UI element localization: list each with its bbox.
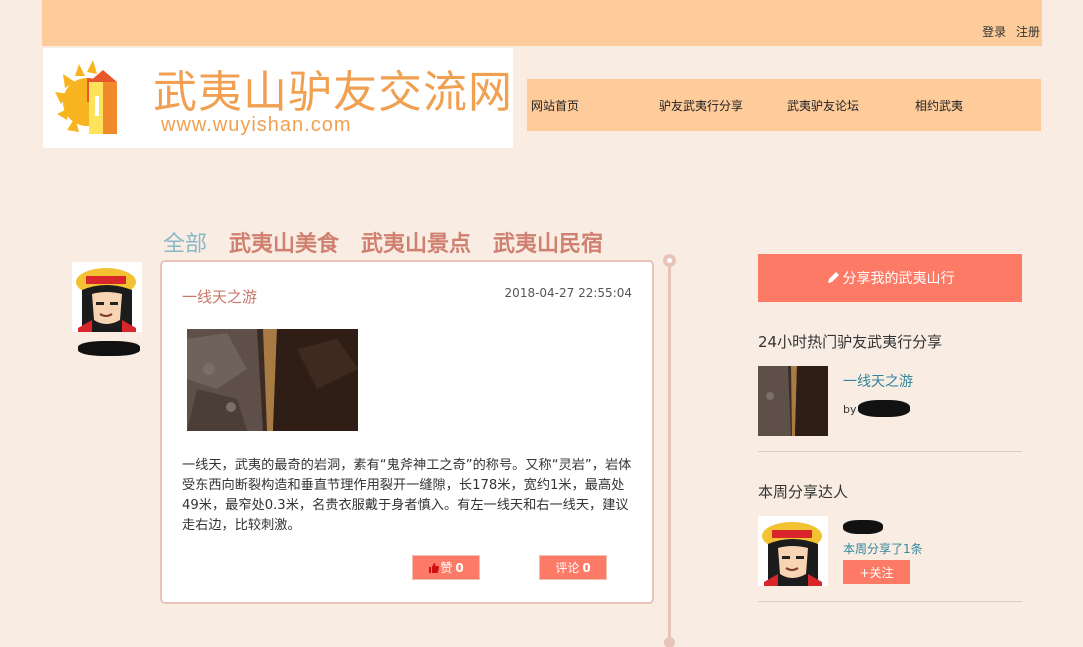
category-tabs: 全部 武夷山美食 武夷山景点 武夷山民宿 [163, 226, 625, 258]
pencil-icon [827, 272, 839, 283]
share-trip-button[interactable]: 分享我的武夷山行 [758, 254, 1022, 302]
top-bar: 登录 注册 [42, 0, 1042, 46]
post-card: 一线天之游 2018-04-27 22:55:04 一线天，武夷的最奇的岩洞，素… [160, 260, 654, 604]
sidebar-divider [758, 601, 1022, 602]
timeline-dot-icon [663, 254, 676, 267]
hot-shares-heading: 24小时热门驴友武夷行分享 [758, 333, 943, 351]
tab-homestay[interactable]: 武夷山民宿 [493, 226, 603, 258]
straw-hat-avatar-icon [758, 516, 828, 586]
rock-crevice-photo-icon [187, 329, 358, 431]
like-button[interactable]: 赞 0 [412, 555, 480, 580]
thumbs-up-icon [429, 562, 440, 573]
logo-url: www.wuyishan.com [161, 114, 352, 136]
weekly-star-heading: 本周分享达人 [758, 483, 849, 501]
hot-item-author-redacted [858, 400, 910, 417]
tab-food[interactable]: 武夷山美食 [229, 226, 339, 258]
tab-attractions[interactable]: 武夷山景点 [361, 226, 471, 258]
author-name-redacted [78, 341, 140, 356]
star-user-avatar[interactable] [758, 516, 828, 586]
comment-count: 0 [582, 560, 591, 575]
post-photo[interactable] [187, 329, 358, 431]
hot-item-title[interactable]: 一线天之游 [843, 371, 913, 391]
hot-item-author: by [843, 403, 857, 416]
post-timestamp: 2018-04-27 22:55:04 [504, 286, 632, 300]
comment-label: 评论 [555, 561, 580, 575]
post-body: 一线天，武夷的最奇的岩洞，素有“鬼斧神工之奇”的称号。又称“灵岩”，岩体受东西向… [182, 458, 632, 533]
share-trip-label: 分享我的武夷山行 [842, 271, 955, 287]
hot-item-thumbnail[interactable] [758, 366, 828, 436]
nav-item-share[interactable]: 驴友武夷行分享 [655, 97, 783, 114]
nav-item-meetup[interactable]: 相约武夷 [911, 97, 1039, 114]
timeline-end-dot-icon [664, 637, 675, 647]
like-count: 0 [455, 560, 464, 575]
logo-brand-name: 武夷山驴友交流网 [153, 67, 513, 118]
logo-mark-icon [55, 60, 117, 134]
nav-item-forum[interactable]: 武夷驴友论坛 [783, 97, 911, 114]
site-logo[interactable]: 武夷山驴友交流网 www.wuyishan.com [43, 48, 513, 148]
author-avatar[interactable] [72, 262, 142, 332]
timeline-line [668, 258, 671, 647]
login-link[interactable]: 登录 [982, 25, 1006, 39]
register-link[interactable]: 注册 [1016, 25, 1040, 39]
sidebar-divider [758, 451, 1022, 452]
like-label: 赞 [440, 561, 453, 575]
rock-crevice-thumbnail-icon [758, 366, 828, 436]
nav-item-home[interactable]: 网站首页 [527, 97, 655, 114]
star-user-share-count: 本周分享了1条 [843, 542, 923, 556]
main-nav: 网站首页 驴友武夷行分享 武夷驴友论坛 相约武夷 [527, 79, 1041, 131]
follow-button[interactable]: +关注 [843, 560, 910, 584]
straw-hat-avatar-icon [72, 262, 142, 332]
star-user-name-redacted [843, 520, 883, 534]
auth-links: 登录 注册 [976, 23, 1040, 40]
tab-all[interactable]: 全部 [163, 226, 207, 258]
post-title[interactable]: 一线天之游 [182, 286, 257, 307]
hot-item-by-label: by [843, 403, 857, 416]
comment-button[interactable]: 评论 0 [539, 555, 607, 580]
